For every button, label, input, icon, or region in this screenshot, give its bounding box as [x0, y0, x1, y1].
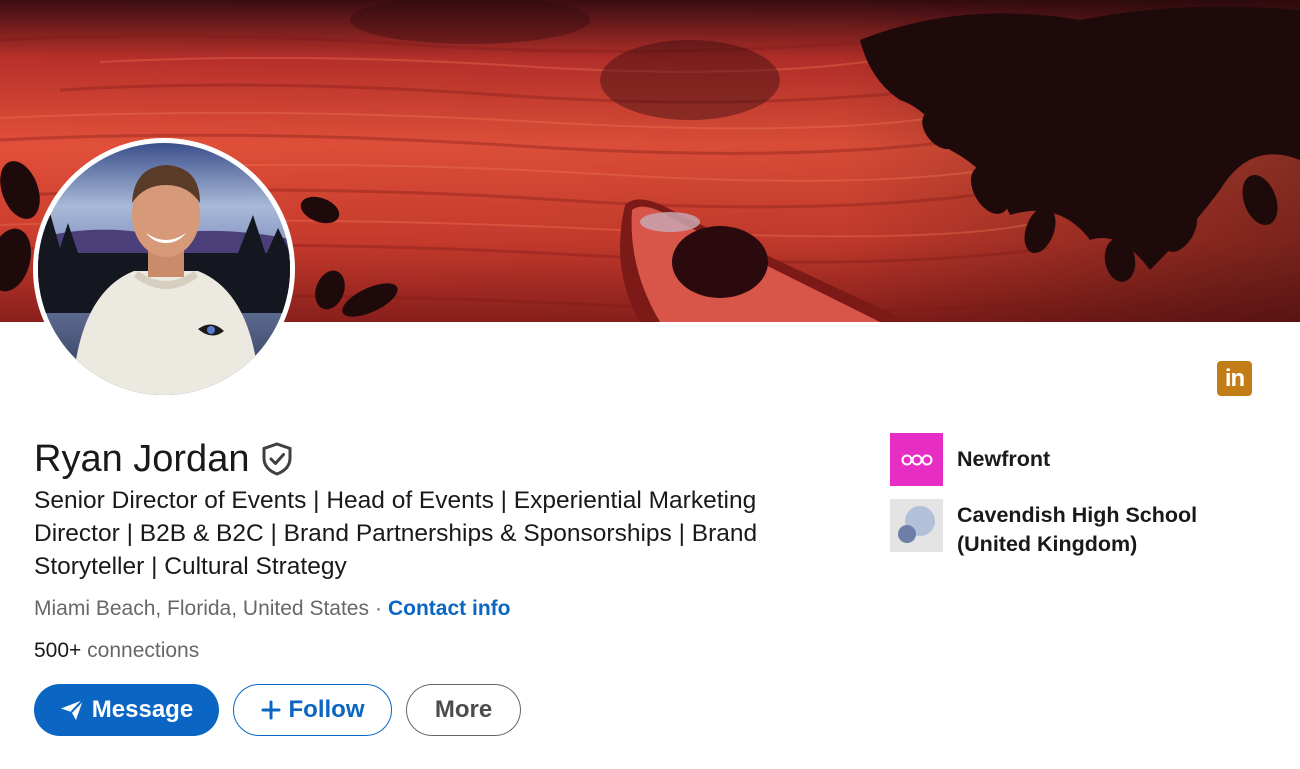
org-cavendish[interactable]: Cavendish High School (United Kingdom)	[890, 499, 1250, 559]
profile-card: in Ryan Jordan Senior Director of Events…	[0, 0, 1300, 769]
more-button[interactable]: More	[406, 684, 521, 736]
connections-count: 500+	[34, 639, 82, 662]
follow-button-label: Follow	[288, 696, 365, 723]
location-text: Miami Beach, Florida, United States	[34, 597, 369, 620]
linkedin-icon[interactable]: in	[1217, 361, 1252, 396]
connections-row: 500+ connections	[34, 636, 199, 666]
avatar-image	[38, 143, 290, 395]
profile-photo[interactable]	[33, 138, 295, 400]
org-name: Cavendish High School (United Kingdom)	[957, 503, 1198, 556]
profile-headline: Senior Director of Events | Head of Even…	[34, 487, 758, 580]
name-row: Ryan Jordan	[34, 436, 293, 482]
message-button-label: Message	[91, 696, 194, 723]
profile-name: Ryan Jordan	[34, 438, 250, 480]
contact-info-link[interactable]: Contact info	[388, 597, 510, 620]
connections-label: connections	[87, 639, 200, 662]
paper-plane-icon	[60, 699, 84, 721]
plus-icon	[261, 700, 281, 720]
verified-shield-icon[interactable]	[261, 442, 293, 476]
follow-button[interactable]: Follow	[233, 684, 392, 736]
more-button-label: More	[434, 696, 493, 723]
separator-dot: ·	[374, 597, 382, 620]
org-name: Newfront	[957, 447, 1051, 471]
org-newfront[interactable]: Newfront	[890, 433, 1250, 486]
action-buttons: Message Follow More	[34, 684, 521, 736]
message-button[interactable]: Message	[34, 684, 219, 736]
location-row: Miami Beach, Florida, United States · Cont…	[34, 594, 510, 624]
newfront-logo-icon	[890, 433, 943, 486]
profile-organizations: Newfront Cavendish High School (United K…	[890, 433, 1250, 572]
school-logo-icon	[890, 499, 943, 552]
